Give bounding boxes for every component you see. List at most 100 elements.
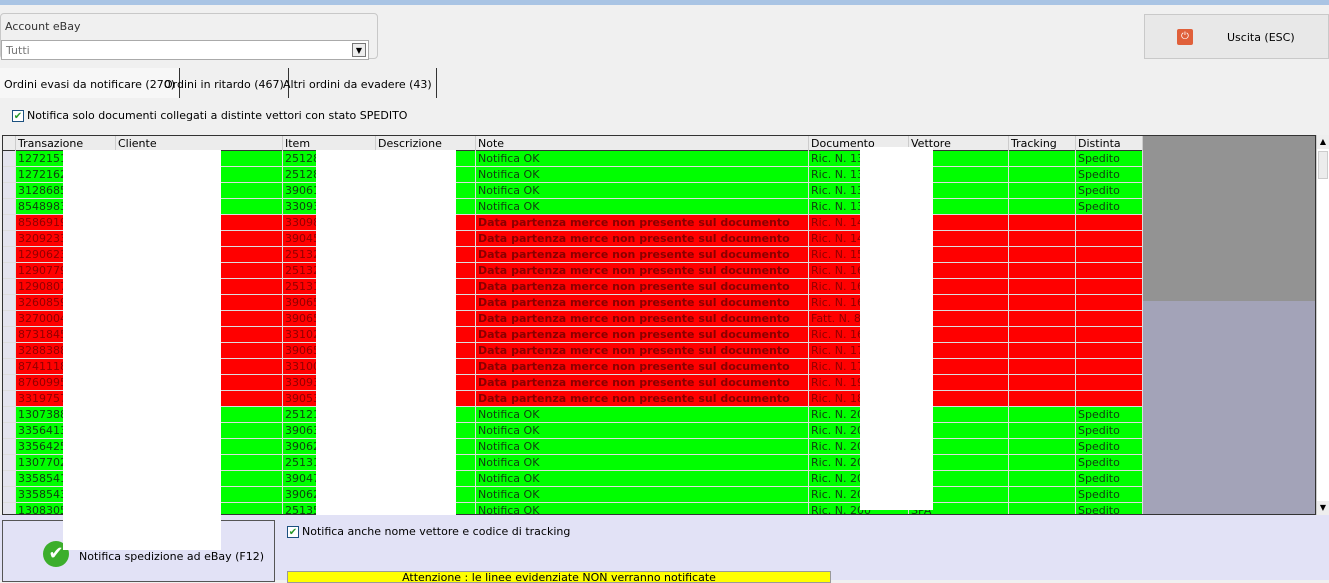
row-selector[interactable] [3,439,16,455]
filter-spedito-checkbox[interactable]: ✔ Notifica solo documenti collegati a dis… [12,109,407,122]
row-selector[interactable] [3,231,16,247]
chevron-down-icon[interactable]: ▼ [352,43,366,57]
row-selector[interactable] [3,503,16,514]
row-selector[interactable] [3,407,16,423]
column-header-distinta[interactable]: Distinta [1076,136,1143,151]
cell-distinta: Spedito [1076,199,1143,215]
row-selector[interactable] [3,343,16,359]
cell-distinta: Spedito [1076,455,1143,471]
redaction-block [63,515,221,550]
scroll-up-icon[interactable]: ▲ [1317,135,1329,149]
row-selector[interactable] [3,311,16,327]
row-selector[interactable] [3,199,16,215]
cell-tracking [1009,215,1076,231]
cell-note: Notifica OK [476,503,809,514]
row-selector[interactable] [3,151,16,167]
cell-distinta: Spedito [1076,471,1143,487]
cell-tracking [1009,327,1076,343]
cell-distinta: Spedito [1076,439,1143,455]
cell-tracking [1009,247,1076,263]
column-header-item[interactable]: Item [283,136,376,151]
cell-tracking [1009,391,1076,407]
cell-distinta: Spedito [1076,407,1143,423]
column-header-cliente[interactable]: Cliente [116,136,283,151]
cell-tracking [1009,231,1076,247]
checkbox-checked-icon[interactable]: ✔ [12,110,24,122]
column-header-descrizione[interactable]: Descrizione [376,136,476,151]
row-selector[interactable] [3,391,16,407]
cell-distinta [1076,295,1143,311]
row-selector[interactable] [3,279,16,295]
checkbox-checked-icon[interactable]: ✔ [287,526,299,538]
cell-note: Data partenza merce non presente sul doc… [476,279,809,295]
cell-distinta: Spedito [1076,183,1143,199]
cell-distinta: Spedito [1076,167,1143,183]
cell-note: Notifica OK [476,199,809,215]
cell-note: Notifica OK [476,487,809,503]
cell-note: Data partenza merce non presente sul doc… [476,343,809,359]
cell-distinta [1076,327,1143,343]
row-selector[interactable] [3,327,16,343]
cell-note: Data partenza merce non presente sul doc… [476,247,809,263]
tab-ordini-evasi[interactable]: Ordini evasi da notificare (270) [0,68,180,98]
account-select[interactable]: Tutti ▼ [1,40,369,60]
title-bar [0,0,1329,5]
cell-note: Data partenza merce non presente sul doc… [476,311,809,327]
cell-note: Data partenza merce non presente sul doc… [476,231,809,247]
cell-note: Data partenza merce non presente sul doc… [476,215,809,231]
exit-button[interactable]: ⏻ Uscita (ESC) [1144,14,1329,59]
row-selector[interactable] [3,167,16,183]
cell-note: Data partenza merce non presente sul doc… [476,327,809,343]
cell-tracking [1009,183,1076,199]
tracking-checkbox-label: Notifica anche nome vettore e codice di … [302,525,571,538]
cell-tracking [1009,311,1076,327]
redaction-block [860,147,933,510]
cell-tracking [1009,343,1076,359]
cell-note: Data partenza merce non presente sul doc… [476,263,809,279]
cell-distinta [1076,375,1143,391]
row-header-corner [3,136,16,151]
cell-note: Notifica OK [476,455,809,471]
column-header-transazione[interactable]: Transazione [16,136,116,151]
cell-note: Notifica OK [476,439,809,455]
row-selector[interactable] [3,183,16,199]
cell-note: Notifica OK [476,167,809,183]
cell-tracking [1009,423,1076,439]
scroll-down-icon[interactable]: ▼ [1317,501,1329,515]
vertical-scrollbar[interactable]: ▲ ▼ [1316,135,1329,515]
column-header-note[interactable]: Note [476,136,809,151]
row-selector[interactable] [3,215,16,231]
row-selector[interactable] [3,455,16,471]
tab-ordini-ritardo[interactable]: Ordini in ritardo (467) [160,68,289,98]
row-selector[interactable] [3,471,16,487]
row-selector[interactable] [3,423,16,439]
grid-header: Transazione Cliente Item Descrizione Note Doc… [3,136,1143,151]
row-selector[interactable] [3,375,16,391]
cell-distinta [1076,263,1143,279]
row-selector[interactable] [3,295,16,311]
cell-tracking [1009,279,1076,295]
cell-distinta: Spedito [1076,487,1143,503]
cell-note: Notifica OK [476,151,809,167]
tracking-checkbox[interactable]: ✔ Notifica anche nome vettore e codice di… [287,525,570,538]
cell-note: Data partenza merce non presente sul doc… [476,295,809,311]
scroll-thumb[interactable] [1318,151,1328,179]
cell-tracking [1009,487,1076,503]
column-header-tracking[interactable]: Tracking [1009,136,1076,151]
cell-tracking [1009,375,1076,391]
account-select-value: Tutti [6,44,30,57]
row-selector[interactable] [3,247,16,263]
cell-tracking [1009,295,1076,311]
cell-distinta [1076,359,1143,375]
cell-distinta: Spedito [1076,423,1143,439]
tab-altri-ordini[interactable]: Altri ordini da evadere (43) [279,68,437,98]
row-selector[interactable] [3,263,16,279]
cell-distinta: Spedito [1076,151,1143,167]
cell-distinta [1076,311,1143,327]
cell-tracking [1009,471,1076,487]
row-selector[interactable] [3,487,16,503]
power-icon: ⏻ [1177,29,1193,45]
cell-tracking [1009,151,1076,167]
cell-tracking [1009,503,1076,514]
row-selector[interactable] [3,359,16,375]
